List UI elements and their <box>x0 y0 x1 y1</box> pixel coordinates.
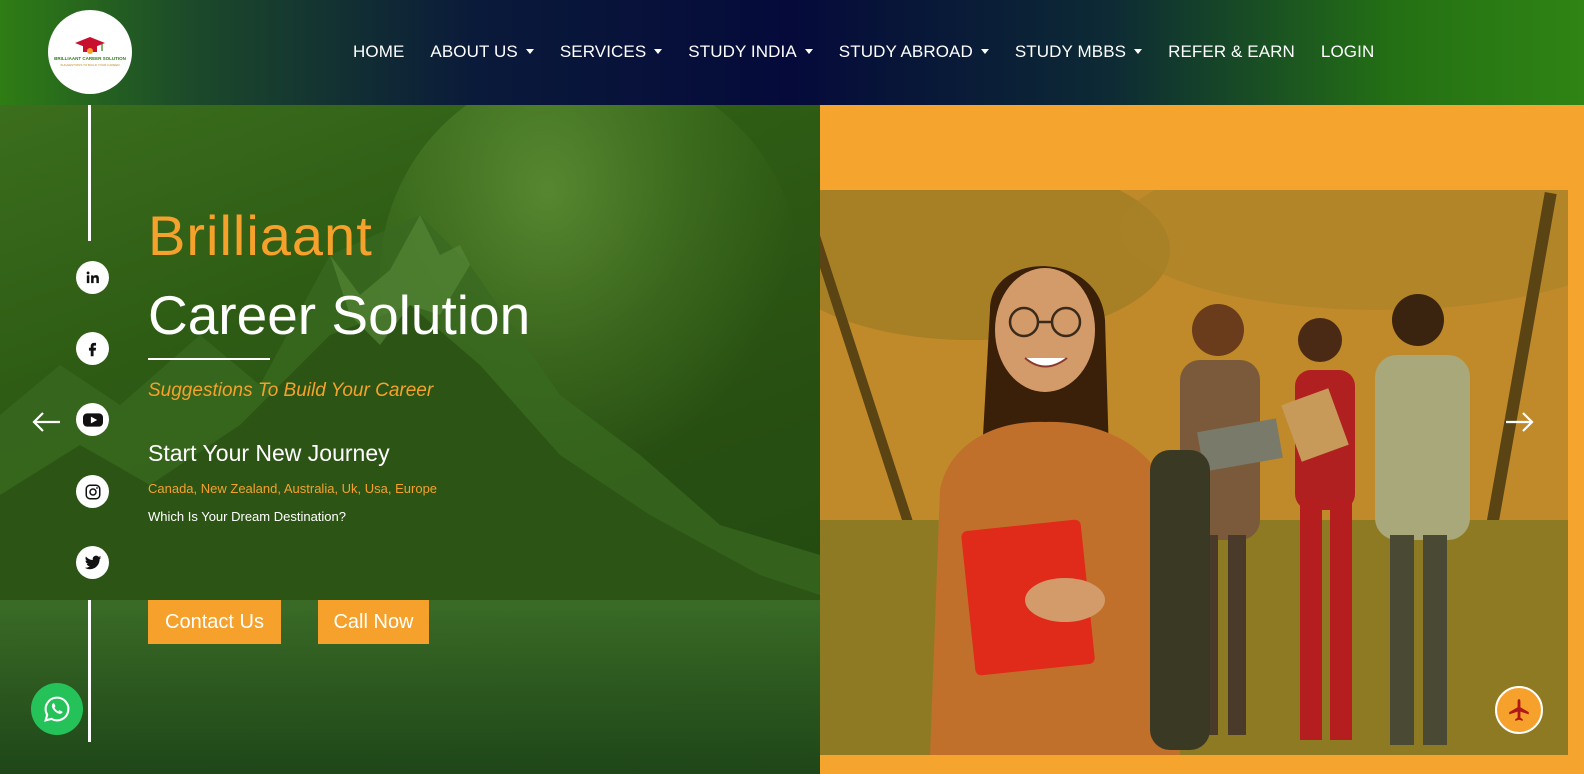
contact-us-button[interactable]: Contact Us <box>148 600 281 644</box>
nav-login-label: LOGIN <box>1320 41 1375 61</box>
caret-down-icon <box>525 49 534 54</box>
hero-brand: Brilliaant <box>148 204 373 267</box>
hero-dream-question: Which Is Your Dream Destination? <box>148 509 346 524</box>
site-header: BRILLIAANT CAREER SOLUTION SUGGESTIONS T… <box>0 0 1584 105</box>
nav-refer-earn-label: REFER & EARN <box>1168 41 1295 61</box>
twitter-link[interactable] <box>76 546 109 579</box>
nav-refer-earn[interactable]: REFER & EARN <box>1155 42 1308 62</box>
site-logo[interactable]: BRILLIAANT CAREER SOLUTION SUGGESTIONS T… <box>48 10 132 94</box>
next-slide-arrow-icon[interactable] <box>1502 405 1536 439</box>
prev-slide-arrow-icon[interactable] <box>30 405 64 439</box>
linkedin-link[interactable] <box>76 261 109 294</box>
main-nav: HOME ABOUT US SERVICES STUDY INDIA STUDY… <box>340 0 1387 103</box>
logo-text: BRILLIAANT CAREER SOLUTION <box>54 56 126 62</box>
graduation-cap-icon <box>75 37 105 55</box>
airplane-icon <box>1509 699 1529 721</box>
whatsapp-icon <box>44 696 70 722</box>
hero-countries: Canada, New Zealand, Australia, Uk, Usa,… <box>148 481 438 496</box>
decor-line-bottom <box>88 600 91 742</box>
logo-tagline: SUGGESTIONS TO BUILD YOUR CAREER <box>60 62 120 67</box>
hero-title: Career Solution <box>148 284 531 346</box>
hero-tagline: Suggestions To Build Your Career <box>148 380 434 401</box>
nav-study-mbbs[interactable]: STUDY MBBS <box>1002 42 1155 62</box>
nav-study-india-label: STUDY INDIA <box>688 41 797 61</box>
caret-down-icon <box>654 49 663 54</box>
nav-login[interactable]: LOGIN <box>1308 42 1387 62</box>
nav-about-us[interactable]: ABOUT US <box>417 42 546 62</box>
nav-services-label: SERVICES <box>559 41 647 61</box>
decor-line-top <box>88 105 91 241</box>
scroll-top-button[interactable] <box>1495 686 1543 734</box>
students-illustration <box>820 190 1568 755</box>
facebook-link[interactable] <box>76 332 109 365</box>
nav-study-mbbs-label: STUDY MBBS <box>1014 41 1127 61</box>
caret-down-icon <box>980 49 989 54</box>
caret-down-icon <box>804 49 813 54</box>
page: BRILLIAANT CAREER SOLUTION SUGGESTIONS T… <box>0 0 1584 774</box>
title-underline <box>148 358 270 360</box>
nav-home-label: HOME <box>353 41 405 61</box>
nav-home[interactable]: HOME <box>340 42 417 62</box>
caret-down-icon <box>1134 49 1143 54</box>
youtube-link[interactable] <box>76 403 109 436</box>
nav-study-india[interactable]: STUDY INDIA <box>675 42 825 62</box>
hero-right-panel <box>820 105 1584 774</box>
students-photo <box>820 190 1568 755</box>
hero-journey-heading: Start Your New Journey <box>148 440 390 466</box>
nav-study-abroad[interactable]: STUDY ABROAD <box>826 42 1002 62</box>
nav-services[interactable]: SERVICES <box>547 42 675 62</box>
whatsapp-button[interactable] <box>31 683 83 735</box>
nav-about-us-label: ABOUT US <box>430 41 518 61</box>
instagram-icon <box>85 484 100 499</box>
hero-left-panel <box>0 105 820 774</box>
twitter-icon <box>84 555 101 569</box>
facebook-icon <box>88 342 97 357</box>
linkedin-icon <box>86 271 99 284</box>
nav-study-abroad-label: STUDY ABROAD <box>838 41 973 61</box>
call-now-button[interactable]: Call Now <box>318 600 429 644</box>
youtube-icon <box>82 412 103 427</box>
instagram-link[interactable] <box>76 475 109 508</box>
